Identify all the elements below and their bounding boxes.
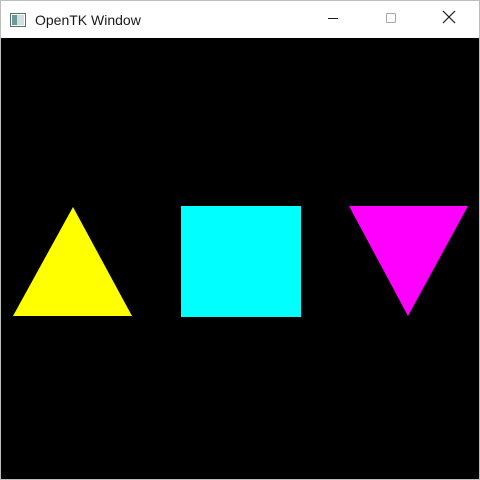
yellow-triangle [13, 207, 132, 316]
close-icon [442, 10, 456, 29]
window-title: OpenTK Window [35, 12, 141, 28]
scene [13, 206, 468, 317]
app-icon [10, 13, 26, 27]
maximize-button[interactable] [368, 1, 414, 38]
title-bar[interactable]: OpenTK Window [1, 1, 479, 38]
render-canvas[interactable] [1, 38, 479, 479]
maximize-icon [385, 11, 397, 29]
cyan-square [181, 206, 301, 317]
minimize-button[interactable] [310, 1, 356, 38]
close-button[interactable] [426, 1, 472, 38]
opentk-window: OpenTK Window [0, 0, 480, 480]
minimize-icon [327, 11, 339, 29]
magenta-triangle [349, 206, 468, 316]
